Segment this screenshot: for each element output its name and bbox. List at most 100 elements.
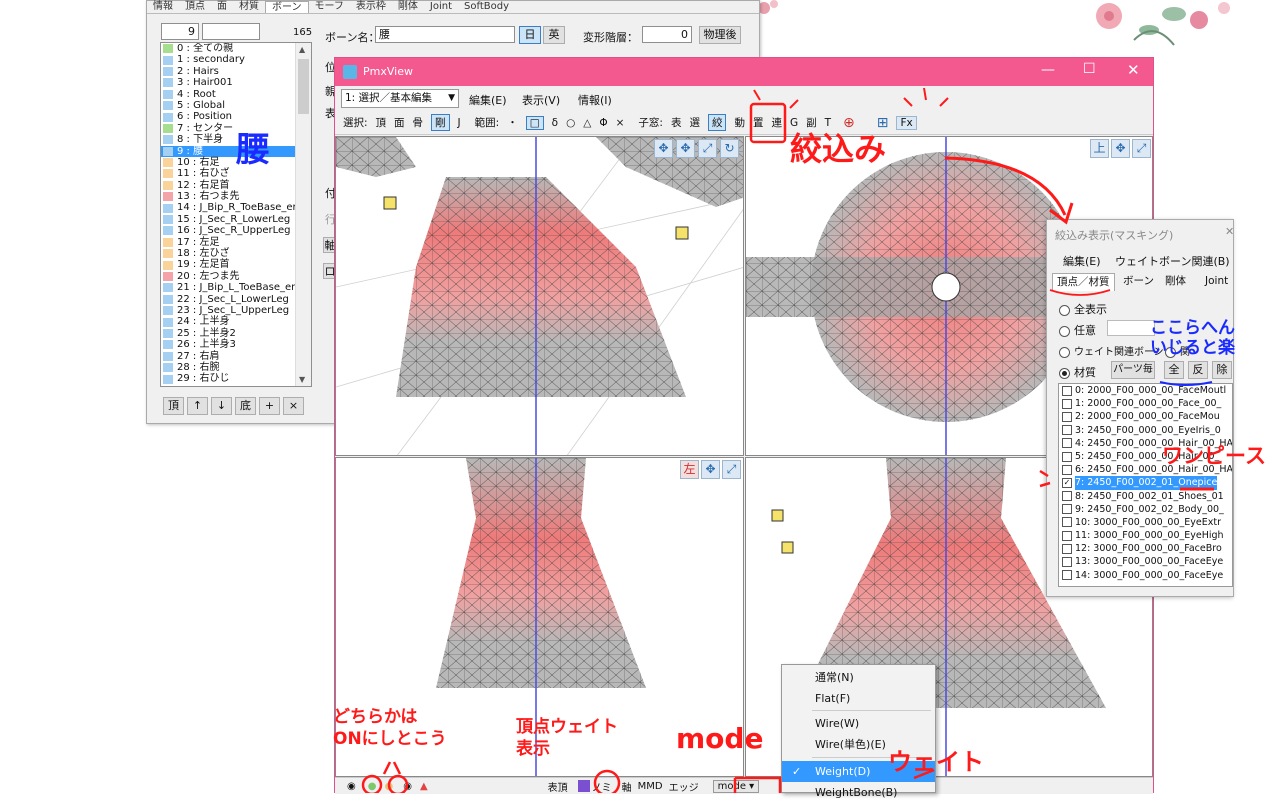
bone-list-item[interactable]: 12 : 右足首 bbox=[161, 180, 311, 191]
material-checkbox[interactable]: ✓ bbox=[1062, 477, 1072, 488]
editor-tab[interactable]: SoftBody bbox=[458, 1, 515, 13]
zoom-icon[interactable]: ⤢ bbox=[722, 460, 741, 479]
display-toggle-icon[interactable]: ● bbox=[384, 781, 393, 792]
toolbar-select-2[interactable]: 骨 bbox=[413, 115, 424, 130]
toolbar-range-1[interactable]: □ bbox=[525, 115, 544, 130]
bone-list-item[interactable]: 14 : J_Bip_R_ToeBase_er bbox=[161, 202, 311, 213]
bone-list-item[interactable]: 22 : J_Sec_L_LowerLeg bbox=[161, 294, 311, 305]
toolbar-sub-1[interactable]: 選 bbox=[689, 115, 700, 130]
toolbar-select-4[interactable]: J bbox=[458, 117, 461, 129]
material-checkbox[interactable] bbox=[1062, 398, 1072, 409]
material-checkbox[interactable] bbox=[1062, 451, 1072, 462]
bone-index-field[interactable]: 9 bbox=[161, 23, 199, 40]
toolbar-range-2[interactable]: δ bbox=[552, 117, 558, 129]
pan-icon[interactable]: ✥ bbox=[1111, 139, 1130, 158]
bottom-label-axis[interactable]: 軸 bbox=[622, 779, 632, 794]
rotate-icon[interactable]: ↻ bbox=[720, 139, 739, 158]
bone-list-button[interactable]: 頂 bbox=[163, 397, 184, 415]
toolbar-sub-2[interactable]: 絞 bbox=[707, 114, 727, 131]
bone-list-item[interactable]: 29 : 右ひじ bbox=[161, 373, 311, 384]
bone-list-button[interactable]: + bbox=[259, 397, 280, 415]
mode-menu-item[interactable]: 通常(N) bbox=[782, 667, 935, 688]
zoom-icon[interactable]: ⤢ bbox=[1132, 139, 1151, 158]
radio-icon[interactable]: ◉ bbox=[403, 781, 412, 792]
bottom-label-mmd[interactable]: MMD bbox=[638, 781, 663, 792]
deform-layer-input[interactable]: 0 bbox=[642, 26, 692, 43]
editor-tab[interactable]: モーフ bbox=[309, 1, 350, 13]
editor-tab[interactable]: 情報 bbox=[147, 1, 179, 13]
masking-tab[interactable]: 頂点／材質 bbox=[1052, 273, 1115, 291]
material-checkbox[interactable] bbox=[1062, 570, 1072, 581]
menu-view[interactable]: 表示(V) bbox=[522, 92, 560, 108]
toolbar-range-0[interactable]: ・ bbox=[507, 115, 518, 130]
menu-info[interactable]: 情報(I) bbox=[578, 92, 612, 108]
material-checkbox[interactable] bbox=[1062, 517, 1072, 528]
all-button[interactable]: 全 bbox=[1164, 361, 1184, 379]
bone-list-item[interactable]: 0 : 全ての親 bbox=[161, 43, 311, 54]
bone-list-item[interactable]: 21 : J_Bip_L_ToeBase_en bbox=[161, 282, 311, 293]
material-checkbox[interactable] bbox=[1062, 425, 1072, 436]
pan-icon[interactable]: ✥ bbox=[676, 139, 695, 158]
masking-menu-edit[interactable]: 編集(E) bbox=[1063, 253, 1101, 269]
material-checkbox[interactable] bbox=[1062, 530, 1072, 541]
viewport-perspective[interactable]: ✥ ✥ ⤢ ↻ bbox=[335, 136, 744, 456]
material-list-item[interactable]: 13: 3000_F00_000_00_FaceEye bbox=[1059, 555, 1232, 568]
maximize-icon[interactable]: ☐ bbox=[1083, 61, 1096, 77]
bone-list-item[interactable]: 19 : 左足首 bbox=[161, 259, 311, 270]
toolbar-sub-3[interactable]: 動 bbox=[734, 115, 745, 130]
material-list-item[interactable]: 3: 2450_F00_000_00_EyeIris_0 bbox=[1059, 424, 1232, 437]
minimize-icon[interactable]: — bbox=[1041, 62, 1055, 78]
editor-tab[interactable]: 頂点 bbox=[179, 1, 211, 13]
material-list-item[interactable]: 11: 3000_F00_000_00_EyeHigh bbox=[1059, 529, 1232, 542]
edit-mode-select[interactable]: 1: 選択／基本編集 ▼ bbox=[341, 89, 459, 108]
radio-any[interactable]: 任意 bbox=[1059, 322, 1096, 338]
editor-tab[interactable]: ボーン bbox=[265, 1, 309, 13]
masking-tab[interactable]: ボーン bbox=[1119, 273, 1158, 291]
bone-list-item[interactable]: 26 : 上半身3 bbox=[161, 339, 311, 350]
radio-weight[interactable]: ウェイト関連ボーン bbox=[1059, 343, 1164, 358]
material-checkbox[interactable] bbox=[1062, 491, 1072, 502]
bone-list-item[interactable]: 24 : 上半身 bbox=[161, 316, 311, 327]
bone-list-item[interactable]: 27 : 右肩 bbox=[161, 351, 311, 362]
remove-button[interactable]: 除 bbox=[1212, 361, 1232, 379]
mode-menu-item[interactable]: Wire(W) bbox=[782, 713, 935, 734]
editor-tab[interactable]: 剛体 bbox=[392, 1, 424, 13]
editor-tab[interactable]: 表示枠 bbox=[350, 1, 392, 13]
bottom-label-edge[interactable]: エッジ bbox=[669, 779, 699, 794]
view-top-label[interactable]: 上 bbox=[1090, 139, 1109, 158]
bone-list-item[interactable]: 5 : Global bbox=[161, 100, 311, 111]
material-checkbox[interactable] bbox=[1062, 557, 1072, 568]
toolbar-select-1[interactable]: 面 bbox=[394, 115, 405, 130]
bone-list-item[interactable]: 1 : secondary bbox=[161, 54, 311, 65]
material-checkbox[interactable] bbox=[1062, 464, 1072, 475]
lang-en-button[interactable]: 英 bbox=[543, 26, 565, 44]
masking-tab[interactable]: 剛体 bbox=[1161, 273, 1190, 291]
material-list-item[interactable]: 14: 3000_F00_000_00_FaceEye bbox=[1059, 569, 1232, 582]
bone-list-item[interactable]: 3 : Hair001 bbox=[161, 77, 311, 88]
toolbar-range-4[interactable]: △ bbox=[583, 117, 591, 129]
material-checkbox[interactable] bbox=[1062, 411, 1072, 422]
masking-tab[interactable]: Joint bbox=[1201, 273, 1232, 291]
after-physics-button[interactable]: 物理後 bbox=[699, 26, 741, 44]
radio-all[interactable]: 全表示 bbox=[1059, 301, 1107, 317]
toolbar-range-5[interactable]: Φ bbox=[599, 117, 607, 129]
radio-icon[interactable]: ◉ bbox=[347, 781, 356, 792]
toolbar-sub-4[interactable]: 置 bbox=[753, 115, 764, 130]
menu-edit[interactable]: 編集(E) bbox=[469, 92, 507, 108]
bone-list-item[interactable]: 17 : 左足 bbox=[161, 237, 311, 248]
masking-menu-weightbone[interactable]: ウェイトボーン関連(B) bbox=[1115, 253, 1230, 269]
bone-list-button[interactable]: × bbox=[283, 397, 304, 415]
bone-list-button[interactable]: ↓ bbox=[211, 397, 232, 415]
bone-list-item[interactable]: 13 : 右つま先 bbox=[161, 191, 311, 202]
parts-button[interactable]: パーツ毎 bbox=[1111, 361, 1155, 379]
close-icon[interactable]: ✕ bbox=[1225, 225, 1233, 238]
view-left-label[interactable]: 左 bbox=[680, 460, 699, 479]
weight-display-icon[interactable] bbox=[577, 780, 590, 792]
bone-list-scrollbar[interactable]: ▲ ▼ bbox=[295, 43, 311, 386]
material-list-item[interactable]: 1: 2000_F00_000_00_Face_00_ bbox=[1059, 397, 1232, 410]
bone-list[interactable]: 0 : 全ての親 1 : secondary 2 : Hairs 3 : Hair00… bbox=[160, 42, 312, 387]
bone-list-item[interactable]: 15 : J_Sec_R_LowerLeg bbox=[161, 214, 311, 225]
bone-list-item[interactable]: 20 : 左つま先 bbox=[161, 271, 311, 282]
any-input[interactable] bbox=[1107, 320, 1155, 336]
bone-search-field[interactable] bbox=[202, 23, 260, 40]
